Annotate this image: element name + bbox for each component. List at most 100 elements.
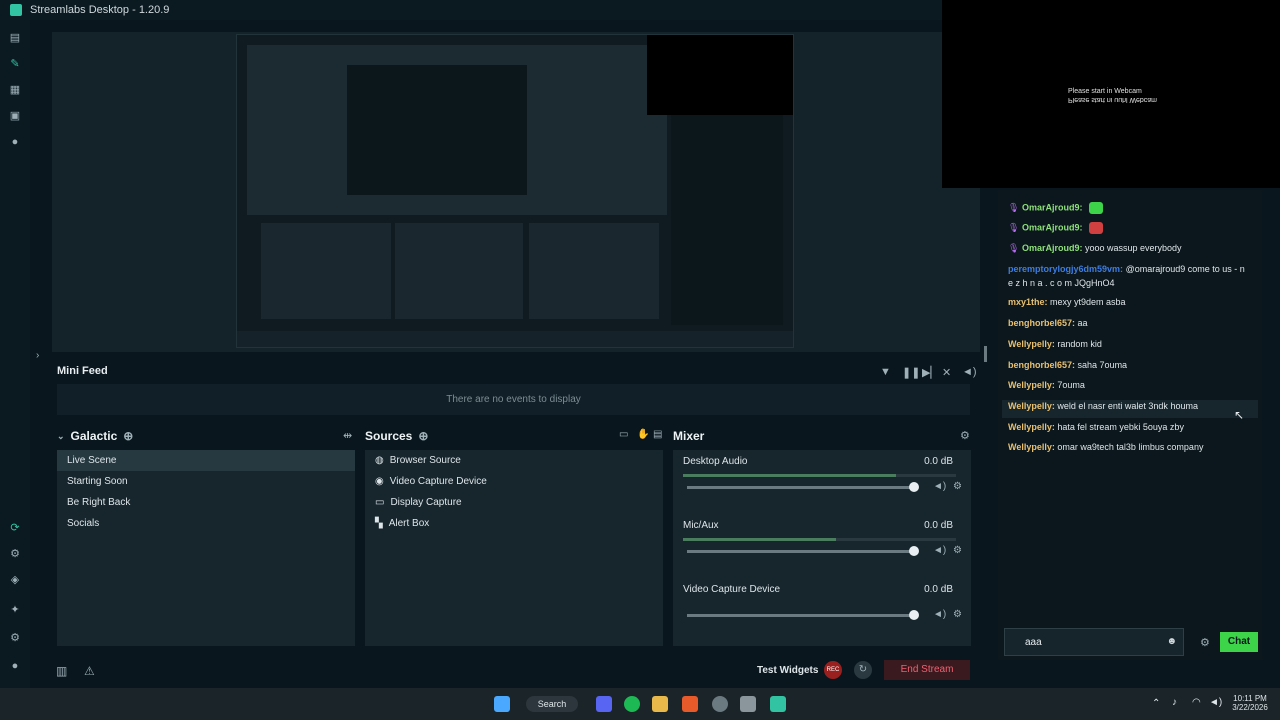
speaker-icon[interactable]: ◄) xyxy=(933,545,946,556)
chat-username[interactable]: Wellypelly: xyxy=(1008,401,1055,411)
nested-scenes xyxy=(261,223,391,319)
source-lock-icon[interactable]: ✋ xyxy=(637,429,649,440)
collapse-arrow-icon[interactable]: › xyxy=(36,350,39,361)
chat-username[interactable]: benghorbel657: xyxy=(1008,360,1075,370)
mixer-header: Mixer xyxy=(673,428,704,444)
gear-icon[interactable]: ⚙ xyxy=(953,609,962,620)
scenes-panel: ⌄ Galactic ⊕ ⇹ Live Scene Starting Soon … xyxy=(57,428,355,646)
layout-icon[interactable]: ▣ xyxy=(9,110,21,122)
resize-handle[interactable] xyxy=(984,346,987,362)
settings-app-icon[interactable] xyxy=(712,696,728,712)
chat-username[interactable]: Wellypelly: xyxy=(1008,442,1055,452)
emoji-icon[interactable]: ☻ xyxy=(1166,636,1177,647)
chat-send-button[interactable]: Chat xyxy=(1220,632,1258,652)
wifi-icon[interactable]: ◠ xyxy=(1192,697,1201,708)
chat-settings-icon[interactable]: ⚙ xyxy=(1200,636,1210,649)
monitor-icon: ▭ xyxy=(375,497,385,508)
spotify-icon[interactable] xyxy=(624,696,640,712)
chat-username[interactable]: OmarAjroud9: xyxy=(1022,202,1083,212)
source-item[interactable]: ▚ Alert Box xyxy=(365,513,663,534)
add-source-icon[interactable]: ⊕ xyxy=(418,429,428,443)
add-scene-icon[interactable]: ⊕ xyxy=(123,429,133,443)
scene-item[interactable]: Live Scene xyxy=(57,450,355,471)
file-explorer-icon[interactable] xyxy=(652,696,668,712)
camera-icon: ◉ xyxy=(375,476,384,487)
replay-buffer-icon[interactable]: ↻ xyxy=(854,661,872,679)
speaker-icon[interactable]: ◄) xyxy=(933,481,946,492)
alert-box-icon[interactable]: ⚙ xyxy=(9,548,21,560)
source-group-icon[interactable]: ▭ xyxy=(619,429,628,440)
chat-input[interactable]: aaa ☻ xyxy=(1004,628,1184,656)
mute-alerts-icon[interactable]: ✕ xyxy=(942,366,951,379)
filter-icon[interactable]: ▼ xyxy=(880,366,891,378)
scene-item[interactable]: Be Right Back xyxy=(57,492,355,513)
source-item[interactable]: ▭ Display Capture xyxy=(365,492,663,513)
webcam-text: Please start in Webcam xyxy=(1068,88,1142,95)
chat-text: weld el nasr enti walet 3ndk houma xyxy=(1057,401,1198,411)
volume-slider-knob[interactable] xyxy=(909,546,919,556)
chat-username[interactable]: mxy1the: xyxy=(1008,297,1048,307)
gear-icon[interactable]: ⚙ xyxy=(953,481,962,492)
chat-username[interactable]: Wellypelly: xyxy=(1008,339,1055,349)
gear-icon[interactable]: ⚙ xyxy=(953,545,962,556)
record-icon[interactable]: ● xyxy=(9,136,21,148)
chat-username[interactable]: OmarAjroud9: xyxy=(1022,243,1083,253)
chat-message: 🎙 OmarAjroud9: xyxy=(1008,202,1103,214)
widget-icon: ▚ xyxy=(375,518,383,529)
chat-username[interactable]: Wellypelly: xyxy=(1008,422,1055,432)
streamlabs-taskbar-icon[interactable] xyxy=(770,696,786,712)
volume-slider-knob[interactable] xyxy=(909,482,919,492)
dashboard-icon[interactable]: ▤ xyxy=(9,32,21,44)
clock[interactable]: 10:11 PM 3/22/2026 xyxy=(1228,694,1272,712)
volume-slider[interactable] xyxy=(687,546,919,556)
test-widgets-label[interactable]: Test Widgets xyxy=(757,665,818,676)
chat-username[interactable]: benghorbel657: xyxy=(1008,318,1075,328)
scene-item[interactable]: Socials xyxy=(57,513,355,534)
mixer-settings-icon[interactable]: ⚙ xyxy=(960,429,970,442)
app-icon[interactable] xyxy=(740,696,756,712)
volume-slider[interactable] xyxy=(687,482,919,492)
chat-username[interactable]: Wellypelly: xyxy=(1008,380,1055,390)
webcam-text-mirrored: Please start ni uuhl Webcam xyxy=(1068,96,1157,103)
scene-transitions-icon[interactable]: ⇹ xyxy=(343,429,352,442)
brave-icon[interactable] xyxy=(682,696,698,712)
scene-item[interactable]: Starting Soon xyxy=(57,471,355,492)
tray-chevron-icon[interactable]: ⌃ xyxy=(1152,698,1160,709)
volume-icon[interactable]: ◄) xyxy=(1209,697,1222,708)
end-stream-button[interactable]: End Stream xyxy=(884,660,970,680)
windows-start-icon[interactable] xyxy=(494,696,510,712)
volume-meter xyxy=(683,474,956,477)
pause-icon[interactable]: ❚❚ xyxy=(902,366,920,379)
clock-date: 3/22/2026 xyxy=(1232,703,1268,712)
chat-username[interactable]: peremptorylogjy6dm59vm: xyxy=(1008,264,1123,274)
cloudbot-icon[interactable]: ⟳ xyxy=(9,522,21,534)
settings-icon[interactable]: ⚙ xyxy=(9,632,21,644)
rec-button[interactable]: REC xyxy=(824,661,842,679)
chat-username[interactable]: OmarAjroud9: xyxy=(1022,222,1083,232)
nested-sources xyxy=(395,223,523,319)
volume-slider-knob[interactable] xyxy=(909,610,919,620)
emote-icon xyxy=(1088,202,1103,214)
volume-icon[interactable]: ◄) xyxy=(962,366,977,378)
volume-slider[interactable] xyxy=(687,610,919,620)
chat-text: 7ouma xyxy=(1057,380,1085,390)
nested-editor-deeper xyxy=(347,65,527,195)
discord-icon[interactable] xyxy=(596,696,612,712)
performance-icon[interactable]: ⚠ xyxy=(84,664,95,678)
channel-db: 0.0 dB xyxy=(924,520,953,531)
speaker-icon[interactable]: ◄) xyxy=(933,609,946,620)
chat-text: e z h n a . c o m JQgHnO4 xyxy=(1008,278,1115,288)
scene-collection-chevron-icon[interactable]: ⌄ xyxy=(57,431,65,442)
store-icon[interactable]: ▦ xyxy=(9,84,21,96)
skip-icon[interactable]: ▶▏ xyxy=(922,366,939,379)
stats-icon[interactable]: ▥ xyxy=(56,664,67,678)
source-item[interactable]: ◍ Browser Source xyxy=(365,450,663,471)
scene-collection-name[interactable]: Galactic xyxy=(71,429,118,443)
ultra-icon[interactable]: ✦ xyxy=(9,604,21,616)
themes-icon[interactable]: ◈ xyxy=(9,574,21,586)
source-folder-icon[interactable]: ▤ xyxy=(653,429,662,440)
microphone-icon[interactable]: ♪ xyxy=(1172,697,1177,708)
taskbar-search[interactable]: Search xyxy=(526,696,578,712)
editor-icon[interactable]: ✎ xyxy=(9,58,21,70)
source-item[interactable]: ◉ Video Capture Device xyxy=(365,471,663,492)
